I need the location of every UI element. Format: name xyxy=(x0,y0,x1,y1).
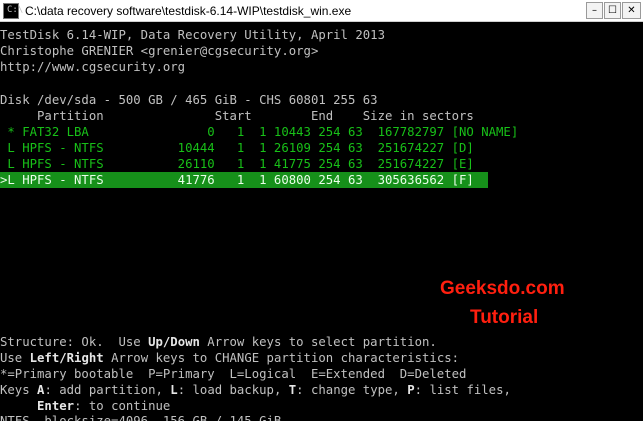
header-line: http://www.cgsecurity.org xyxy=(0,60,186,74)
text xyxy=(0,399,37,413)
partition-table-header: Partition Start End Size in sectors xyxy=(0,109,474,123)
text: Use xyxy=(0,351,30,365)
key-p: P xyxy=(407,383,415,397)
text: : change type, xyxy=(296,383,408,397)
header-line: TestDisk 6.14-WIP, Data Recovery Utility… xyxy=(0,28,385,42)
structure-status: Structure: Ok. Use Up/Down Arrow keys to… xyxy=(0,334,437,350)
change-hint: Use Left/Right Arrow keys to CHANGE part… xyxy=(0,350,459,366)
console-output[interactable]: TestDisk 6.14-WIP, Data Recovery Utility… xyxy=(0,22,643,421)
key-hint: Up/Down xyxy=(148,335,200,349)
key-enter: Enter xyxy=(37,399,75,413)
text: : add partition, xyxy=(44,383,171,397)
text: : load backup, xyxy=(177,383,289,397)
type-legend: *=Primary bootable P=Primary L=Logical E… xyxy=(0,367,467,381)
header-line: Christophe GRENIER <grenier@cgsecurity.o… xyxy=(0,44,319,58)
partition-row[interactable]: * FAT32 LBA 0 1 1 10443 254 63 167782797… xyxy=(0,124,518,140)
text: Arrow keys to CHANGE partition character… xyxy=(103,351,460,365)
window-titlebar[interactable]: C:\ C:\data recovery software\testdisk-6… xyxy=(0,0,643,22)
text: Arrow keys to select partition. xyxy=(199,335,437,349)
watermark-site: Geeksdo.com xyxy=(440,278,565,299)
disk-info: Disk /dev/sda - 500 GB / 465 GiB - CHS 6… xyxy=(0,93,378,107)
enter-hint: Enter: to continue xyxy=(0,398,170,414)
console-app-icon[interactable]: C:\ xyxy=(3,3,23,19)
text: Structure: Ok. Use xyxy=(0,335,149,349)
text: : list files, xyxy=(414,383,511,397)
text: Keys xyxy=(0,383,38,397)
text: : to continue xyxy=(74,399,171,413)
partition-row-selected[interactable]: >L HPFS - NTFS 41776 1 1 60800 254 63 30… xyxy=(0,172,488,188)
key-l: L xyxy=(170,383,178,397)
keys-hint: Keys A: add partition, L: load backup, T… xyxy=(0,382,511,398)
watermark-tutorial: Tutorial xyxy=(470,307,539,328)
partition-row[interactable]: L HPFS - NTFS 10444 1 1 26109 254 63 251… xyxy=(0,140,473,156)
filesystem-info: NTFS, blocksize=4096, 156 GB / 145 GiB xyxy=(0,414,282,421)
key-hint: Left/Right xyxy=(29,351,104,365)
minimize-button[interactable]: – xyxy=(586,2,603,19)
close-button[interactable]: ✕ xyxy=(622,2,641,19)
maximize-button[interactable]: ☐ xyxy=(604,2,621,19)
partition-row[interactable]: L HPFS - NTFS 26110 1 1 41775 254 63 251… xyxy=(0,156,473,172)
window-title: C:\data recovery software\testdisk-6.14-… xyxy=(25,4,352,18)
